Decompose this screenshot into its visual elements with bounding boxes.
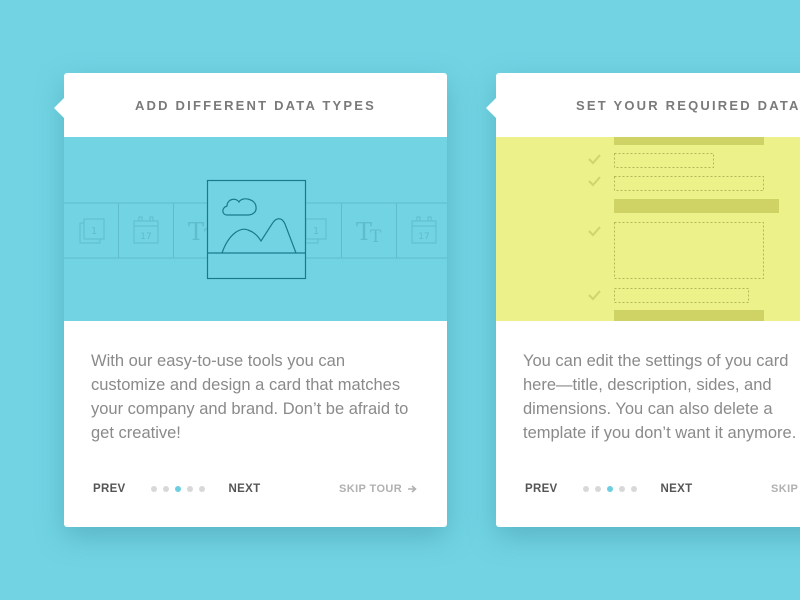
- required-field: [614, 176, 764, 191]
- card-description: You can edit the settings of you card he…: [523, 352, 797, 442]
- step-dot[interactable]: [198, 486, 205, 492]
- data-types-illustration: 1 17 T T 1 T T: [64, 137, 447, 321]
- step-dot[interactable]: [582, 486, 589, 492]
- step-dot[interactable]: [594, 486, 601, 492]
- card-pointer: [54, 98, 64, 118]
- card-title: SET YOUR REQUIRED DATA: [576, 97, 800, 113]
- tour-navigation: PREV NEXT SKIP TOUR: [64, 479, 447, 499]
- required-fields-form: [588, 137, 779, 321]
- form-bar: [614, 310, 764, 321]
- step-indicator: [582, 486, 637, 492]
- image-icon: [206, 179, 307, 280]
- step-dot-active[interactable]: [174, 486, 181, 492]
- arrow-right-icon: [408, 485, 417, 493]
- card-description: With our easy-to-use tools you can custo…: [91, 352, 409, 442]
- step-dot[interactable]: [630, 486, 637, 492]
- step-dot-active[interactable]: [606, 486, 613, 492]
- card-pointer: [486, 98, 496, 118]
- step-indicator: [150, 486, 205, 492]
- step-dot[interactable]: [162, 486, 169, 492]
- step-dot[interactable]: [150, 486, 157, 492]
- next-button[interactable]: NEXT: [661, 483, 693, 495]
- svg-text:1: 1: [91, 226, 97, 237]
- form-bar: [614, 199, 779, 213]
- skip-tour-label: SKIP TOUR: [771, 483, 800, 495]
- text-size-icon: T T: [356, 218, 382, 247]
- tour-card-required-data-content: SET YOUR REQUIRED DATA You can edit the …: [496, 73, 800, 527]
- data-types-carousel: 1 17 T T 1 T T: [64, 179, 447, 280]
- step-dot[interactable]: [186, 486, 193, 492]
- skip-tour-button[interactable]: SKIP TOUR: [339, 483, 417, 495]
- next-button[interactable]: NEXT: [229, 483, 261, 495]
- svg-text:T: T: [370, 227, 382, 247]
- check-icon: [588, 226, 601, 237]
- svg-text:1: 1: [313, 226, 319, 237]
- card-title: ADD DIFFERENT DATA TYPES: [134, 97, 377, 113]
- svg-text:T: T: [188, 218, 204, 246]
- calendar-icon: 17: [133, 216, 159, 244]
- prev-button[interactable]: PREV: [525, 483, 558, 495]
- form-bar: [614, 137, 764, 145]
- svg-text:17: 17: [140, 232, 151, 242]
- skip-tour-label: SKIP TOUR: [339, 483, 403, 495]
- svg-text:17: 17: [418, 232, 429, 242]
- check-icon: [588, 176, 601, 187]
- required-field: [614, 153, 714, 168]
- check-icon: [588, 154, 601, 165]
- required-field: [614, 288, 749, 303]
- calendar-icon: 17: [411, 216, 437, 244]
- check-icon: [588, 290, 601, 301]
- tour-card-data-types: ADD DIFFERENT DATA TYPES 1 17 T 1 T T 17…: [54, 73, 447, 527]
- required-field: [614, 222, 764, 279]
- copy-icon: 1: [79, 218, 105, 244]
- step-dot[interactable]: [618, 486, 625, 492]
- tour-navigation: PREV NEXT SKIP TOUR: [496, 479, 800, 499]
- prev-button[interactable]: PREV: [93, 483, 126, 495]
- required-fields-illustration: [496, 137, 800, 321]
- skip-tour-button[interactable]: SKIP TOUR: [771, 483, 800, 495]
